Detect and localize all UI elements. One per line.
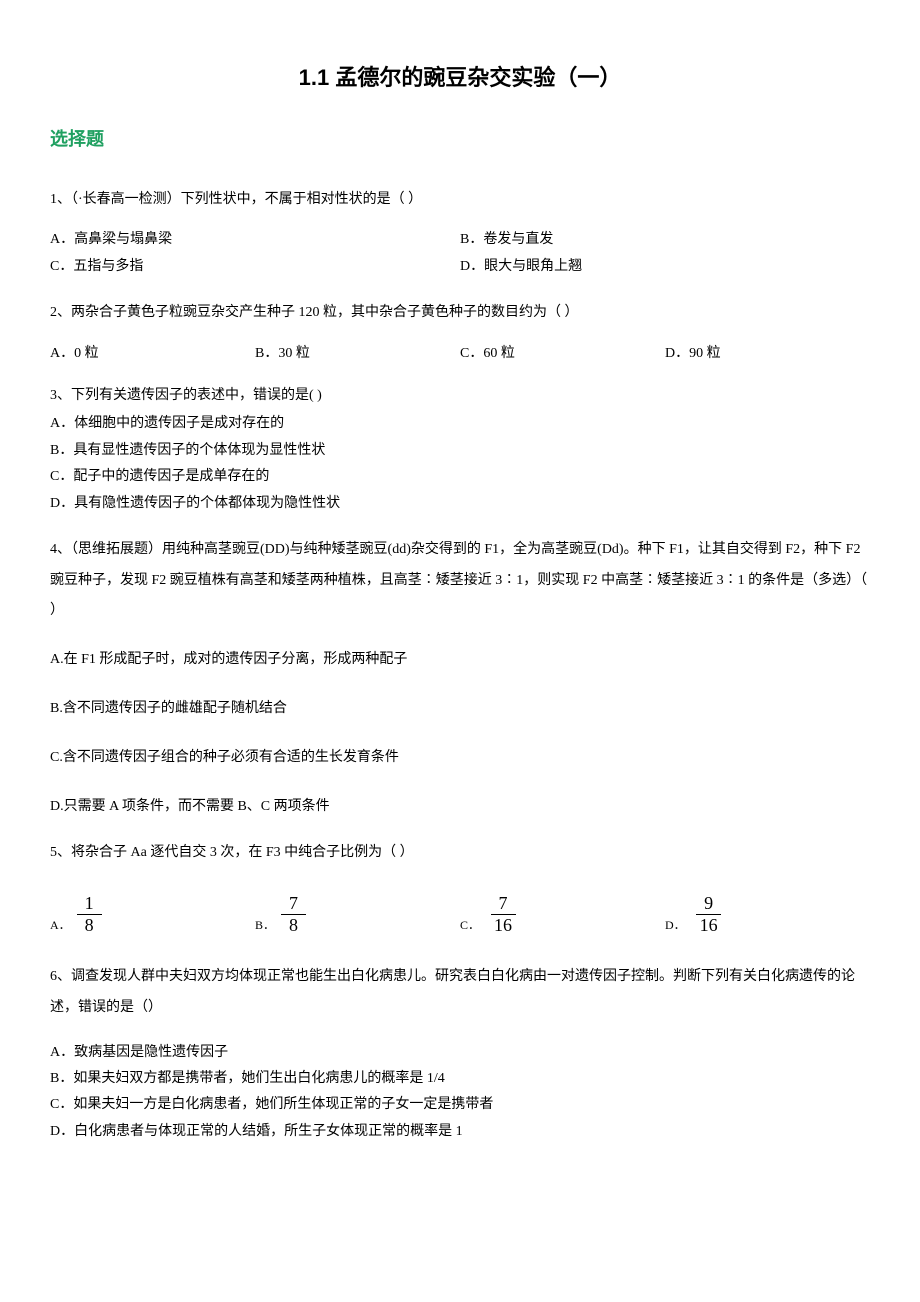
q5-options: A． 1 8 B． 7 8 C． 7 16 D． 9 16	[50, 893, 870, 937]
q5-opt-b: B． 7 8	[255, 893, 460, 937]
q4-opt-c: C.含不同遗传因子组合的种子必须有合适的生长发育条件	[50, 743, 870, 774]
q1-opt-b: B．卷发与直发	[460, 229, 870, 251]
q2-opt-b: B．30 粒	[255, 343, 460, 365]
q5-c-label: C．	[460, 916, 480, 937]
section-header: 选择题	[50, 125, 870, 154]
q5-a-label: A．	[50, 916, 71, 937]
q5-d-num: 9	[696, 893, 721, 916]
q2-opt-a: A．0 粒	[50, 343, 255, 365]
q5-opt-d: D． 9 16	[665, 893, 870, 937]
q5-a-num: 1	[77, 893, 102, 916]
fraction-icon: 7 8	[281, 893, 306, 937]
q6-opt-c: C．如果夫妇一方是白化病患者，她们所生体现正常的子女一定是携带者	[50, 1094, 870, 1116]
q5-b-den: 8	[281, 915, 306, 937]
question-5: 5、将杂合子 Aa 逐代自交 3 次，在 F3 中纯合子比例为（ ） A． 1 …	[50, 842, 870, 937]
q5-opt-a: A． 1 8	[50, 893, 255, 937]
question-4: 4、（思维拓展题）用纯种高茎豌豆(DD)与纯种矮茎豌豆(dd)杂交得到的 F1，…	[50, 535, 870, 823]
q3-text: 3、下列有关遗传因子的表述中，错误的是( )	[50, 385, 870, 407]
q4-text: 4、（思维拓展题）用纯种高茎豌豆(DD)与纯种矮茎豌豆(dd)杂交得到的 F1，…	[50, 535, 870, 627]
q1-text: 1、（·长春高一检测）下列性状中，不属于相对性状的是（ ）	[50, 189, 870, 211]
q5-opt-c: C． 7 16	[460, 893, 665, 937]
q5-d-den: 16	[692, 915, 726, 937]
question-3: 3、下列有关遗传因子的表述中，错误的是( ) A．体细胞中的遗传因子是成对存在的…	[50, 385, 870, 515]
q2-options: A．0 粒 B．30 粒 C．60 粒 D．90 粒	[50, 343, 870, 365]
q2-opt-c: C．60 粒	[460, 343, 665, 365]
q5-a-den: 8	[77, 915, 102, 937]
page-title: 1.1 孟德尔的豌豆杂交实验（一）	[50, 60, 870, 95]
q2-text: 2、两杂合子黄色子粒豌豆杂交产生种子 120 粒，其中杂合子黄色种子的数目约为（…	[50, 302, 870, 324]
q3-opt-b: B．具有显性遗传因子的个体体现为显性性状	[50, 440, 870, 462]
q5-text: 5、将杂合子 Aa 逐代自交 3 次，在 F3 中纯合子比例为（ ）	[50, 842, 870, 864]
q4-opt-d: D.只需要 A 项条件，而不需要 B、C 两项条件	[50, 792, 870, 823]
q4-opt-b: B.含不同遗传因子的雌雄配子随机结合	[50, 694, 870, 725]
question-2: 2、两杂合子黄色子粒豌豆杂交产生种子 120 粒，其中杂合子黄色种子的数目约为（…	[50, 302, 870, 365]
q3-opt-a: A．体细胞中的遗传因子是成对存在的	[50, 413, 870, 435]
q3-opt-d: D．具有隐性遗传因子的个体都体现为隐性性状	[50, 493, 870, 515]
q4-opt-a: A.在 F1 形成配子时，成对的遗传因子分离，形成两种配子	[50, 645, 870, 676]
q3-opt-c: C．配子中的遗传因子是成单存在的	[50, 466, 870, 488]
q6-options: A．致病基因是隐性遗传因子 B．如果夫妇双方都是携带者，她们生出白化病患儿的概率…	[50, 1042, 870, 1144]
q2-opt-d: D．90 粒	[665, 343, 870, 365]
q6-text: 6、调查发现人群中夫妇双方均体现正常也能生出白化病患儿。研究表白白化病由一对遗传…	[50, 962, 870, 1024]
q1-opt-a: A．高鼻梁与塌鼻梁	[50, 229, 460, 251]
q1-opt-d: D．眼大与眼角上翘	[460, 256, 870, 278]
q1-options: A．高鼻梁与塌鼻梁 B．卷发与直发 C．五指与多指 D．眼大与眼角上翘	[50, 229, 870, 282]
q5-d-label: D．	[665, 916, 686, 937]
question-1: 1、（·长春高一检测）下列性状中，不属于相对性状的是（ ） A．高鼻梁与塌鼻梁 …	[50, 189, 870, 282]
question-6: 6、调查发现人群中夫妇双方均体现正常也能生出白化病患儿。研究表白白化病由一对遗传…	[50, 962, 870, 1143]
q1-opt-c: C．五指与多指	[50, 256, 460, 278]
q6-opt-d: D．白化病患者与体现正常的人结婚，所生子女体现正常的概率是 1	[50, 1121, 870, 1143]
q5-c-den: 16	[486, 915, 520, 937]
q6-opt-a: A．致病基因是隐性遗传因子	[50, 1042, 870, 1064]
q5-b-label: B．	[255, 916, 275, 937]
q5-b-num: 7	[281, 893, 306, 916]
fraction-icon: 9 16	[692, 893, 726, 937]
q5-c-num: 7	[491, 893, 516, 916]
q3-options: A．体细胞中的遗传因子是成对存在的 B．具有显性遗传因子的个体体现为显性性状 C…	[50, 413, 870, 515]
fraction-icon: 7 16	[486, 893, 520, 937]
q6-opt-b: B．如果夫妇双方都是携带者，她们生出白化病患儿的概率是 1/4	[50, 1068, 870, 1090]
fraction-icon: 1 8	[77, 893, 102, 937]
